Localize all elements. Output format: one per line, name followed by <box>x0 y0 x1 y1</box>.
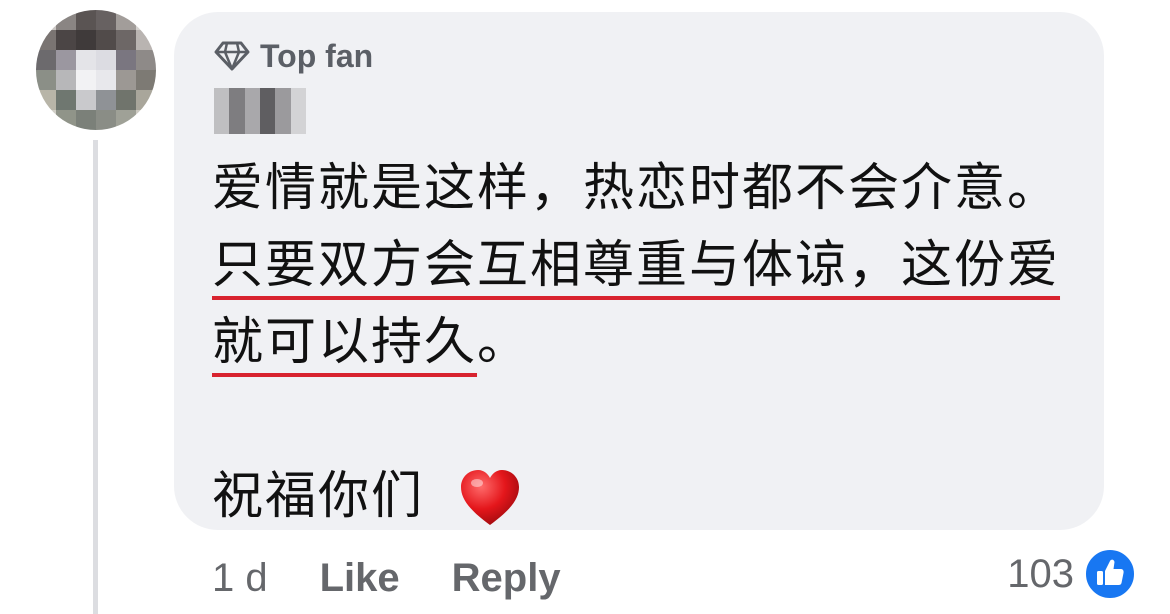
comment-text: 爱情就是这样，热恋时都不会介意。只要双方会互相尊重与体谅，这份爱就可以持久。 祝… <box>212 150 1072 535</box>
badge-label: Top fan <box>260 37 374 74</box>
author-name-blurred[interactable] <box>214 88 306 134</box>
comment-text-underlined: 只要双方会互相尊重与体谅，这份爱就可以持久 <box>212 236 1061 372</box>
reaction-count: 103 <box>1007 551 1074 596</box>
comment-blessing: 祝福你们 <box>212 467 425 526</box>
avatar[interactable] <box>36 10 156 130</box>
heart-emoji-icon <box>461 470 520 525</box>
thumbs-up-icon <box>1084 548 1136 600</box>
comment-text-intro: 爱情就是这样，热恋时都不会介意。 <box>212 159 1061 218</box>
like-button[interactable]: Like <box>320 556 400 601</box>
diamond-icon <box>214 41 250 71</box>
top-fan-badge: Top fan <box>214 36 373 76</box>
comment-actions: 1 d Like Reply <box>212 550 613 606</box>
reply-button[interactable]: Reply <box>452 556 561 601</box>
comment-timestamp[interactable]: 1 d <box>212 556 268 601</box>
comment-text-end: 。 <box>477 313 531 372</box>
reaction-summary[interactable]: 103 <box>1007 548 1136 600</box>
thread-line <box>93 140 98 614</box>
